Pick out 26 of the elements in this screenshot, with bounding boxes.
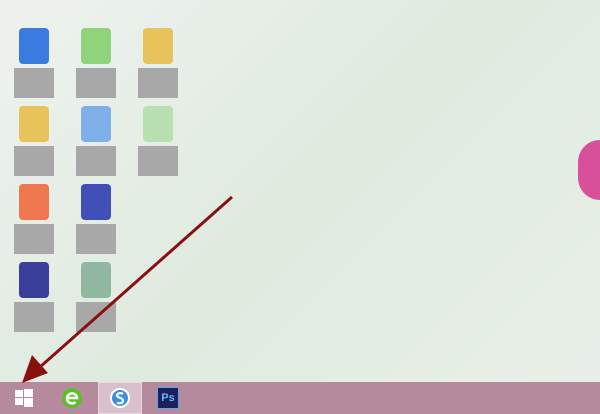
app-icon[interactable] <box>81 28 111 64</box>
blurred-label <box>76 224 116 254</box>
windows-logo-icon <box>15 389 33 407</box>
ps-label: Ps <box>157 387 179 409</box>
blurred-label <box>14 302 54 332</box>
app-icon[interactable] <box>81 184 111 220</box>
app-icon[interactable] <box>143 28 173 64</box>
app-icon[interactable] <box>81 106 111 142</box>
s-logo-icon <box>109 387 131 409</box>
blurred-label <box>138 146 178 176</box>
taskbar-app[interactable]: Ps <box>146 382 190 414</box>
blurred-label <box>14 146 54 176</box>
wallpaper-shape <box>578 140 600 200</box>
app-icon[interactable] <box>81 262 111 298</box>
app-icon[interactable] <box>19 28 49 64</box>
browser-icon <box>61 387 83 409</box>
blurred-label <box>76 146 116 176</box>
app-icon[interactable] <box>19 184 49 220</box>
app-icon[interactable] <box>19 262 49 298</box>
blurred-label <box>76 68 116 98</box>
blurred-label <box>138 68 178 98</box>
blurred-label <box>14 68 54 98</box>
app-icon[interactable] <box>19 106 49 142</box>
blurred-label <box>14 224 54 254</box>
app-icon[interactable] <box>143 106 173 142</box>
taskbar-app[interactable] <box>98 382 142 414</box>
